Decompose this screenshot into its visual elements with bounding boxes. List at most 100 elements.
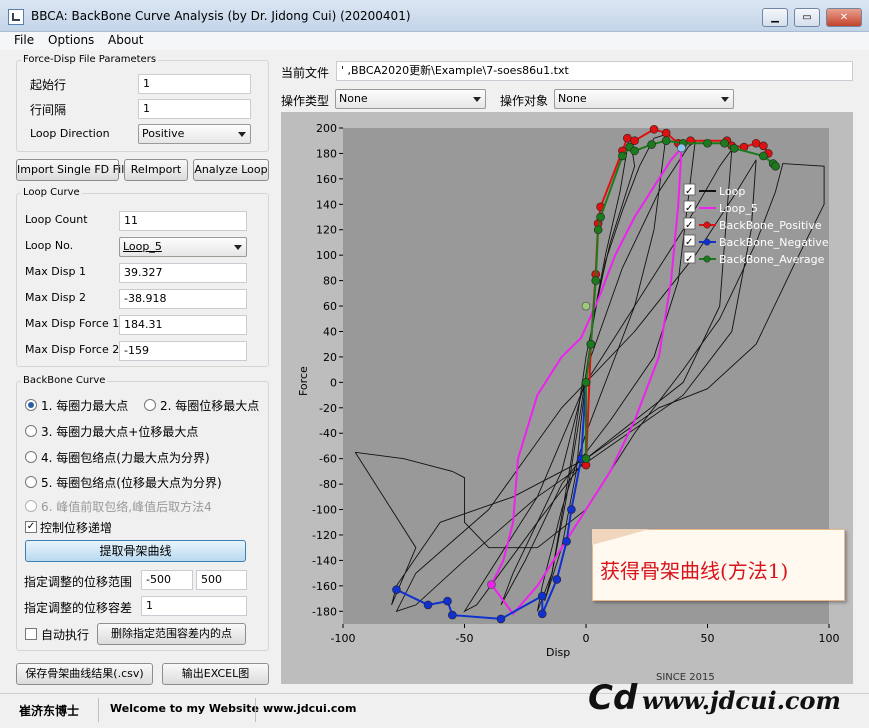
loop-row-value[interactable]: 184.31	[119, 315, 247, 335]
loop-number-select[interactable]: Loop_5	[119, 237, 247, 257]
current-file-path[interactable]: ' ,BBCA2020更新\Example\7-soes86u1.txt	[336, 61, 853, 81]
legend-marker	[703, 221, 711, 229]
backbone-point[interactable]	[771, 161, 780, 171]
backbone-point[interactable]	[537, 609, 547, 619]
y-tick-label: 160	[316, 173, 337, 186]
method4-label: 4. 每圈包络点(力最大点为分界)	[41, 451, 210, 465]
method4-radio[interactable]	[25, 451, 37, 463]
op-target-value: None	[558, 92, 587, 105]
backbone-point[interactable]	[591, 276, 601, 285]
highlight-point[interactable]	[487, 580, 496, 589]
method3-radio[interactable]	[25, 425, 37, 437]
method5-radio[interactable]	[25, 476, 37, 488]
backbone-point[interactable]	[593, 225, 603, 235]
backbone-point[interactable]	[562, 537, 571, 546]
reimport-button[interactable]: ReImport	[124, 159, 188, 181]
method6-radio	[25, 500, 37, 512]
backbone-point[interactable]	[729, 144, 739, 153]
analyze-loop-button[interactable]: Analyze Loop	[193, 159, 269, 181]
loop-direction-select[interactable]: Positive	[138, 124, 251, 144]
highlight-point[interactable]	[581, 301, 591, 311]
method-callout: 获得骨架曲线(方法1)	[592, 529, 845, 601]
minimize-button[interactable]: ▁	[762, 8, 788, 27]
method2-radio[interactable]	[144, 399, 156, 411]
backbone-point[interactable]	[623, 133, 632, 143]
backbone-point[interactable]	[596, 212, 605, 222]
backbone-point[interactable]	[537, 591, 547, 601]
loop-direction-value: Positive	[142, 127, 185, 140]
backbone-point[interactable]	[630, 146, 639, 156]
backbone-point[interactable]	[552, 575, 562, 584]
chevron-down-icon	[473, 97, 481, 102]
logo-mark: Cd	[588, 678, 638, 718]
status-url[interactable]: www.jdcui.com	[263, 702, 356, 715]
y-tick-label: -140	[312, 554, 337, 567]
save-csv-button[interactable]: 保存骨架曲线结果(.csv)	[16, 663, 153, 685]
range-min-input[interactable]: -500	[141, 570, 193, 590]
backbone-point[interactable]	[581, 378, 591, 387]
control-disp-checkbox[interactable]: ✓	[25, 521, 37, 533]
delete-points-button[interactable]: 删除指定范围容差内的点	[97, 623, 246, 645]
status-author: 崔济东博士	[19, 704, 80, 718]
backbone-point[interactable]	[720, 138, 729, 148]
loop-row-label: Max Disp 1	[25, 265, 86, 278]
legend-marker	[703, 238, 711, 246]
loop-direction-label: Loop Direction	[30, 127, 110, 140]
backbone-point[interactable]	[581, 454, 591, 463]
loop-row-value[interactable]: 39.327	[119, 263, 247, 283]
y-axis-label: Force	[297, 366, 310, 396]
status-separator	[255, 698, 256, 722]
loop-row-value[interactable]: -159	[119, 341, 247, 361]
y-tick-label: 120	[316, 224, 337, 237]
backbone-point[interactable]	[496, 614, 506, 624]
method3-label: 3. 每圈力最大点+位移最大点	[41, 425, 199, 439]
loop-row-label: Loop Count	[25, 213, 88, 226]
tolerance-label: 指定调整的位移容差	[24, 601, 133, 615]
loop-row-label: Max Disp Force 2	[25, 343, 120, 356]
backbone-point[interactable]	[448, 610, 457, 620]
backbone-point[interactable]	[618, 151, 627, 161]
method1-radio[interactable]	[25, 399, 37, 411]
menu-about[interactable]: About	[108, 33, 143, 47]
backbone-point[interactable]	[423, 600, 433, 610]
backbone-point[interactable]	[567, 505, 576, 514]
backbone-point[interactable]	[392, 585, 401, 594]
maximize-button[interactable]: ▭	[794, 8, 820, 27]
backbone-point[interactable]	[586, 339, 596, 349]
backbone-point[interactable]	[649, 124, 659, 134]
backbone-point[interactable]	[661, 136, 671, 146]
range-max-input[interactable]: 500	[196, 570, 247, 590]
start-row-input[interactable]: 1	[138, 74, 251, 94]
method5-label: 5. 每圈包络点(位移最大点为分界)	[41, 476, 222, 490]
loop-row-value[interactable]: -38.918	[119, 289, 247, 309]
window-title: BBCA: BackBone Curve Analysis (by Dr. Ji…	[31, 9, 411, 23]
backbone-point[interactable]	[751, 138, 761, 148]
highlight-point[interactable]	[677, 143, 686, 153]
check-icon: ✓	[685, 237, 693, 248]
row-interval-label: 行间隔	[30, 103, 67, 117]
check-icon: ✓	[685, 186, 693, 197]
tolerance-input[interactable]: 1	[141, 596, 247, 616]
loop-row-value[interactable]: 11	[119, 211, 247, 231]
start-row-label: 起始行	[30, 78, 67, 92]
op-target-select[interactable]: None	[554, 89, 734, 109]
op-type-label: 操作类型	[281, 94, 330, 108]
backbone-point[interactable]	[759, 141, 768, 151]
auto-run-checkbox[interactable]	[25, 628, 37, 640]
op-type-select[interactable]: None	[335, 89, 486, 109]
close-button[interactable]: ✕	[826, 8, 862, 27]
menu-options[interactable]: Options	[48, 33, 94, 47]
extract-backbone-button[interactable]: 提取骨架曲线	[25, 540, 246, 562]
backbone-point[interactable]	[703, 138, 712, 148]
row-interval-input[interactable]: 1	[138, 99, 251, 119]
menu-file[interactable]: File	[14, 33, 34, 47]
export-excel-button[interactable]: 输出EXCEL图	[162, 663, 269, 685]
backbone-point[interactable]	[661, 128, 671, 138]
status-separator	[98, 698, 99, 722]
backbone-point[interactable]	[759, 151, 768, 161]
loop-row-label: Loop No.	[25, 239, 74, 252]
import-file-button[interactable]: Import Single FD File	[16, 159, 131, 181]
backbone-point[interactable]	[647, 140, 656, 149]
backbone-point[interactable]	[443, 596, 452, 606]
range-label: 指定调整的位移范围	[24, 575, 133, 589]
